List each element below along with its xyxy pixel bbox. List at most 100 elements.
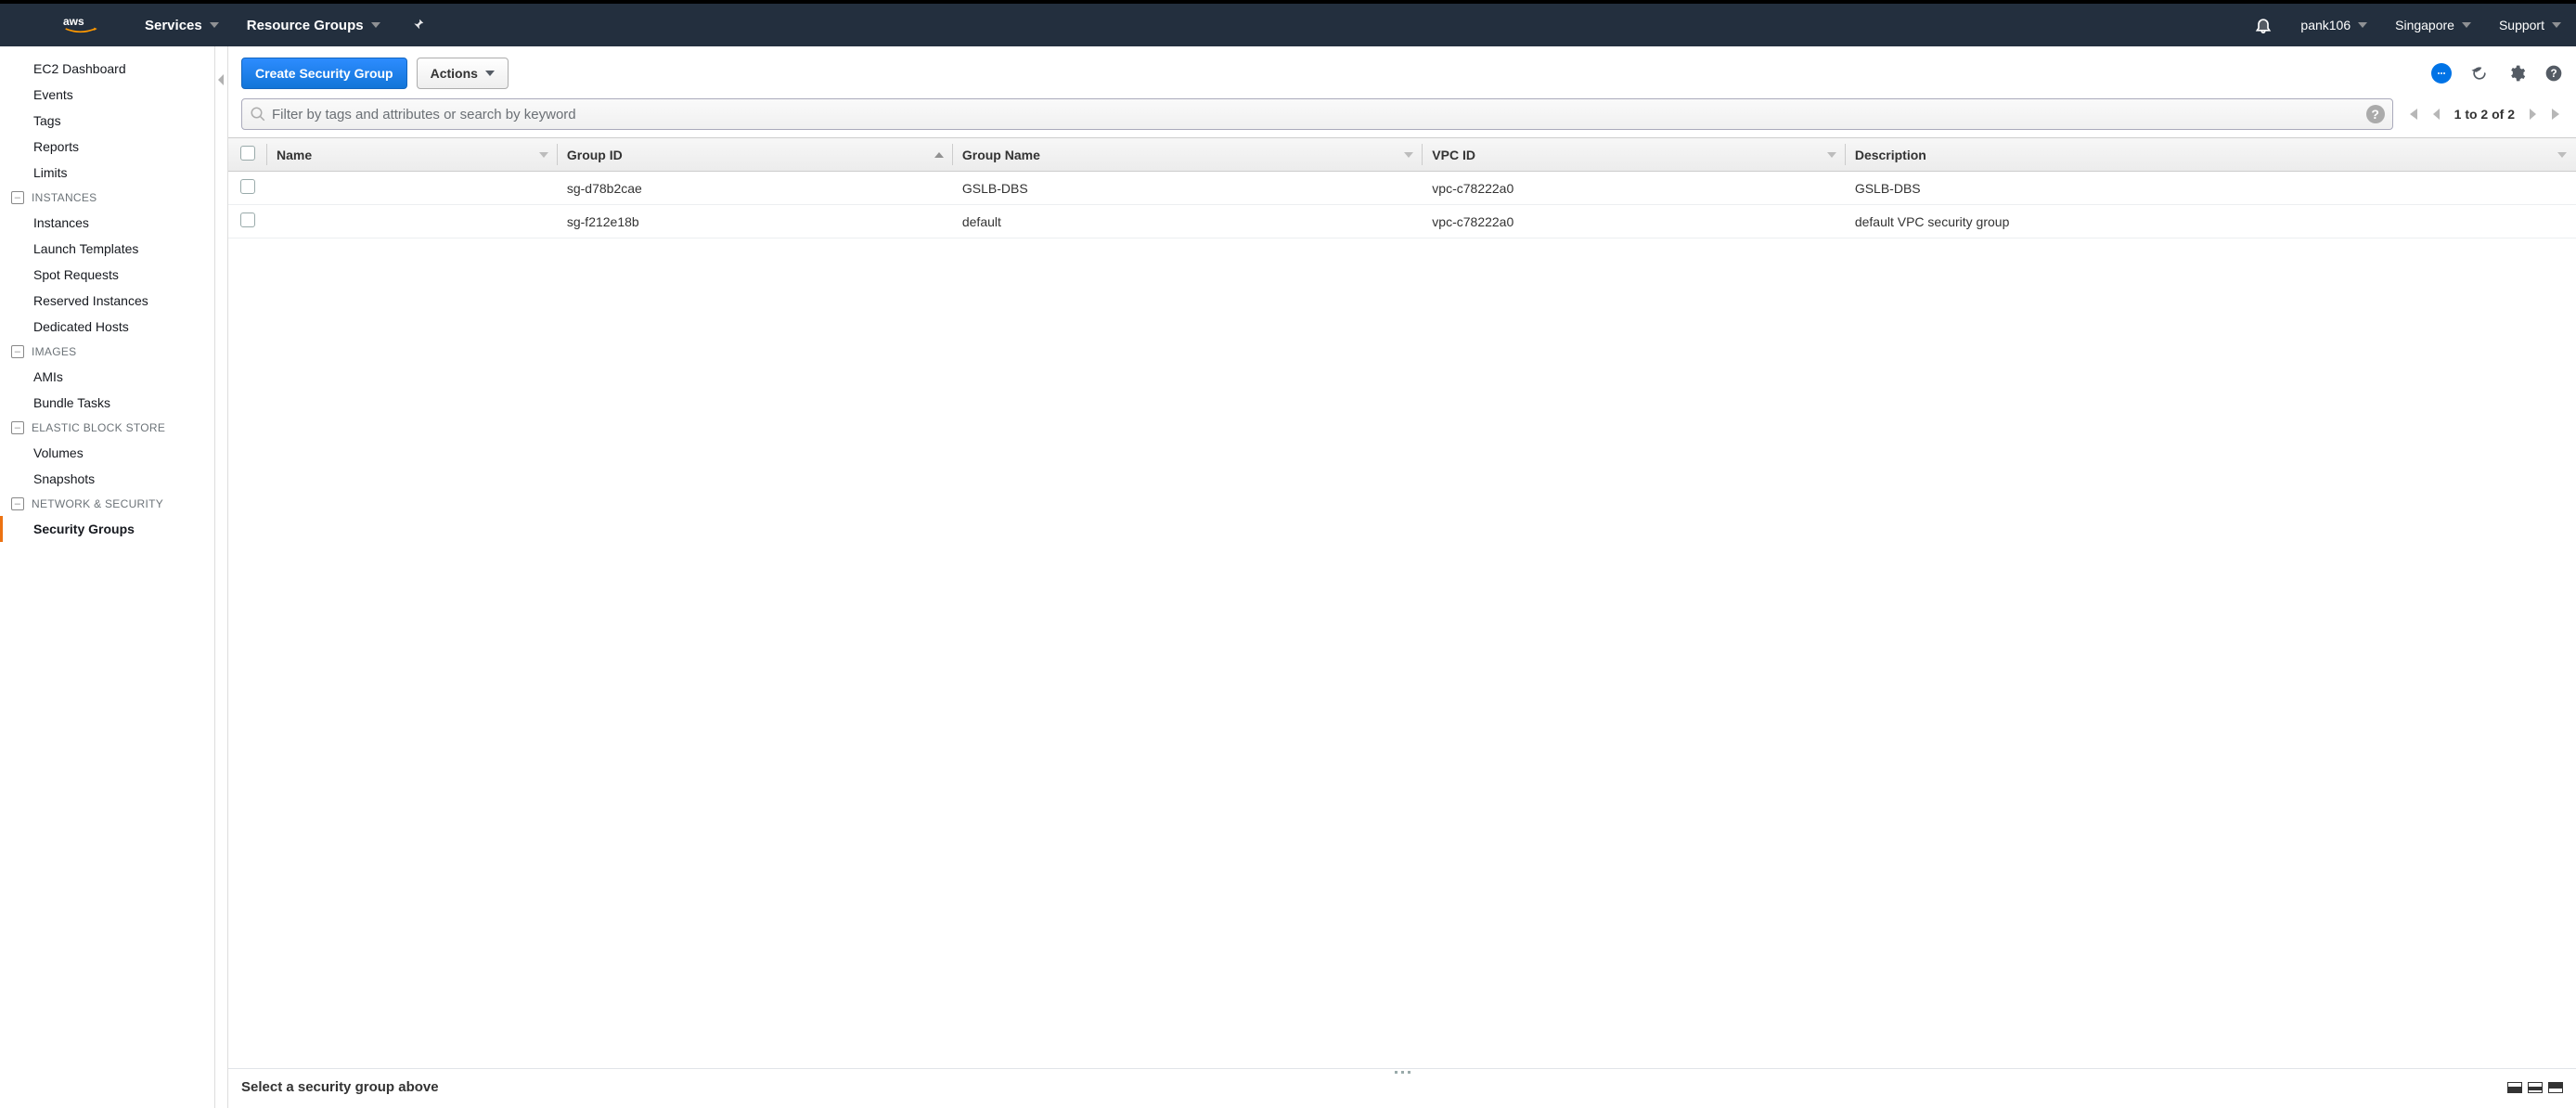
layout-top-icon[interactable] [2548,1082,2563,1093]
caret-down-icon [371,18,380,33]
sidebar-item-instances[interactable]: Instances [0,210,214,236]
col-group-id[interactable]: Group ID [558,138,953,172]
row-checkbox[interactable] [240,179,255,194]
sidebar-item-events[interactable]: Events [0,82,214,108]
nav-account-label: pank106 [2300,18,2351,32]
sidebar-item-tags[interactable]: Tags [0,108,214,134]
col-vpc-id[interactable]: VPC ID [1423,138,1846,172]
sidebar-section-ebs[interactable]: – ELASTIC BLOCK STORE [0,416,214,440]
svg-text:aws: aws [63,15,84,28]
table-row[interactable]: sg-f212e18b default vpc-c78222a0 default… [228,205,2576,238]
cell-vpc-id: vpc-c78222a0 [1423,172,1846,205]
cell-description: GSLB-DBS [1846,172,2576,205]
sidebar-item-limits[interactable]: Limits [0,160,214,186]
content: Create Security Group Actions ? [228,46,2576,1108]
sidebar-item-dedicated-hosts[interactable]: Dedicated Hosts [0,314,214,340]
pager-next-icon[interactable] [2526,108,2539,121]
sidebar-item-amis[interactable]: AMIs [0,364,214,390]
sidebar-item-ec2-dashboard[interactable]: EC2 Dashboard [0,56,214,82]
cell-vpc-id: vpc-c78222a0 [1423,205,1846,238]
layout-split-icon[interactable] [2528,1082,2543,1093]
layout-bottom-icon[interactable] [2507,1082,2522,1093]
caret-down-icon [210,18,219,33]
nav-services[interactable]: Services [145,18,219,33]
nav-account[interactable]: pank106 [2300,18,2367,32]
sort-icon [1404,148,1413,162]
collapse-icon: – [11,421,24,434]
sidebar-section-images[interactable]: – IMAGES [0,340,214,364]
collapse-icon: – [11,345,24,358]
actions-button-label: Actions [431,66,478,81]
search-icon [250,106,266,122]
table-row[interactable]: sg-d78b2cae GSLB-DBS vpc-c78222a0 GSLB-D… [228,172,2576,205]
cell-description: default VPC security group [1846,205,2576,238]
pager-prev-icon[interactable] [2430,108,2443,121]
filter-search[interactable]: ? [241,98,2393,130]
col-group-name[interactable]: Group Name [953,138,1423,172]
cell-group-id: sg-f212e18b [558,205,953,238]
sort-icon [2557,148,2567,162]
sidebar-section-label: NETWORK & SECURITY [32,497,163,510]
col-label: Description [1855,148,1926,162]
col-label: Group Name [962,148,1040,162]
collapse-icon: – [11,497,24,510]
aws-logo[interactable]: aws [56,14,108,36]
settings-gear-icon[interactable] [2507,64,2526,83]
cell-group-name: default [953,205,1423,238]
col-description[interactable]: Description [1846,138,2576,172]
nav-resource-groups-label: Resource Groups [247,18,364,33]
nav-support[interactable]: Support [2499,18,2561,32]
sidebar-section-label: IMAGES [32,345,76,358]
actions-button[interactable]: Actions [417,58,509,89]
sidebar-item-launch-templates[interactable]: Launch Templates [0,236,214,262]
sidebar-item-reports[interactable]: Reports [0,134,214,160]
caret-down-icon [2358,18,2367,32]
caret-down-icon [485,66,495,81]
notifications-bell-icon[interactable] [2254,16,2273,34]
col-label: Group ID [567,148,623,162]
sidebar-item-reserved-instances[interactable]: Reserved Instances [0,288,214,314]
sort-asc-icon [934,148,944,162]
sort-icon [539,148,548,162]
filter-row: ? 1 to 2 of 2 [228,98,2576,137]
sidebar-item-volumes[interactable]: Volumes [0,440,214,466]
security-groups-table: Name Group ID Group Name [228,137,2576,238]
sidebar-collapse-handle[interactable] [215,46,228,1108]
select-all-checkbox[interactable] [240,146,255,161]
panel-splitter[interactable] [228,1068,2576,1076]
sidebar-item-security-groups[interactable]: Security Groups [0,516,214,542]
caret-down-icon [2552,18,2561,32]
sidebar-section-netsec[interactable]: – NETWORK & SECURITY [0,492,214,516]
filter-help-icon[interactable]: ? [2366,105,2385,123]
col-checkbox [228,138,267,172]
cell-group-id: sg-d78b2cae [558,172,953,205]
nav-resource-groups[interactable]: Resource Groups [247,18,380,33]
help-icon[interactable]: ? [2544,64,2563,83]
filter-input[interactable] [266,107,2366,122]
sidebar-item-spot-requests[interactable]: Spot Requests [0,262,214,288]
drag-handle-icon [1395,1071,1410,1074]
create-security-group-button[interactable]: Create Security Group [241,58,407,89]
detail-empty-text: Select a security group above [241,1079,439,1095]
caret-down-icon [2462,18,2471,32]
cell-group-name: GSLB-DBS [953,172,1423,205]
row-checkbox[interactable] [240,213,255,227]
nav-services-label: Services [145,18,202,33]
collapse-icon: – [11,191,24,204]
sidebar-item-snapshots[interactable]: Snapshots [0,466,214,492]
toolbar: Create Security Group Actions ? [228,46,2576,98]
nav-region[interactable]: Singapore [2395,18,2471,32]
sidebar-item-bundle-tasks[interactable]: Bundle Tasks [0,390,214,416]
sidebar-section-instances[interactable]: – INSTANCES [0,186,214,210]
layout-toggles [2507,1082,2563,1093]
pager-last-icon[interactable] [2550,108,2563,121]
col-name[interactable]: Name [267,138,558,172]
feedback-icon[interactable] [2431,63,2452,84]
top-nav: aws Services Resource Groups pank106 Sin… [0,4,2576,46]
pager: 1 to 2 of 2 [2406,107,2563,122]
refresh-icon[interactable] [2470,64,2489,83]
pager-first-icon[interactable] [2406,108,2419,121]
sidebar-section-label: ELASTIC BLOCK STORE [32,421,165,434]
pin-icon[interactable] [412,18,425,33]
nav-support-label: Support [2499,18,2544,32]
